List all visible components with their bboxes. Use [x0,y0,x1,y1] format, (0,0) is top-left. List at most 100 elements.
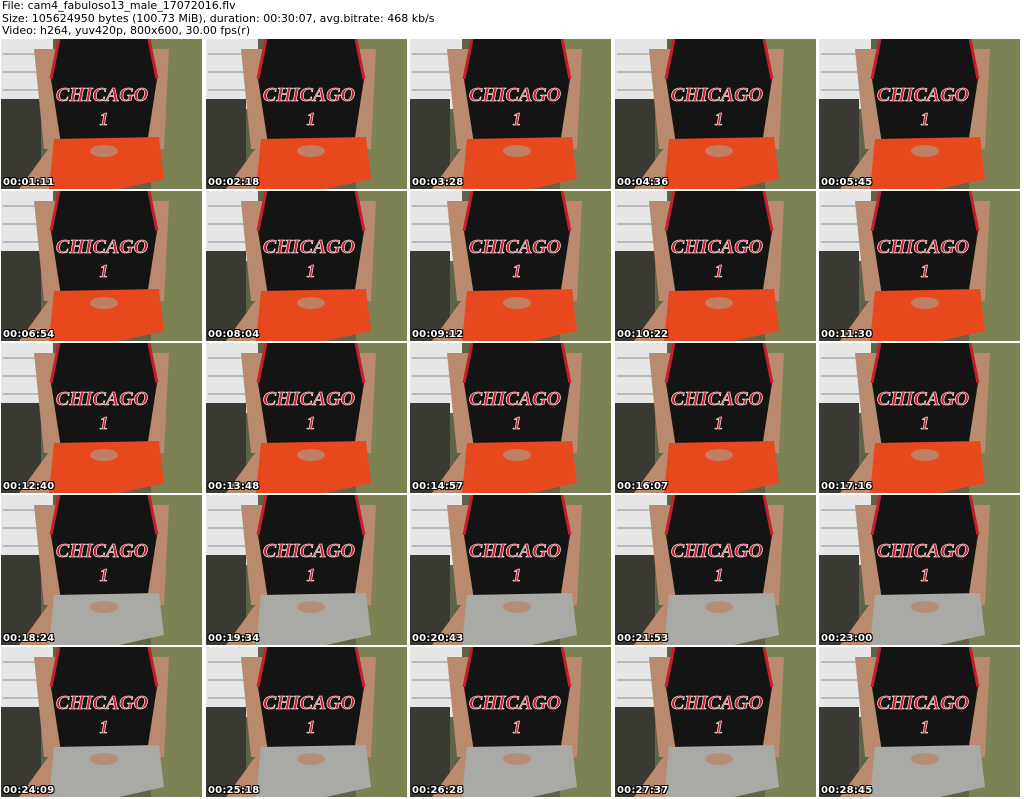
svg-text:1: 1 [100,413,109,433]
svg-text:CHICAGO: CHICAGO [263,540,355,562]
timestamp-label: 00:17:16 [821,481,873,492]
video-thumbnail: CHICAGO 1 00:26:28 [410,647,611,797]
timestamp-label: 00:16:07 [617,481,669,492]
svg-text:CHICAGO: CHICAGO [671,692,763,714]
svg-text:1: 1 [100,717,109,737]
svg-text:CHICAGO: CHICAGO [671,540,763,562]
timestamp-label: 00:23:00 [821,633,873,644]
svg-text:CHICAGO: CHICAGO [877,540,969,562]
frame-image: CHICAGO 1 [819,647,1020,797]
svg-text:1: 1 [307,109,316,129]
svg-text:1: 1 [921,261,930,281]
svg-text:CHICAGO: CHICAGO [671,236,763,258]
video-thumbnail: CHICAGO 1 00:01:11 [1,39,202,189]
video-thumbnail: CHICAGO 1 00:13:48 [206,343,407,493]
frame-image: CHICAGO 1 [615,647,816,797]
frame-image: CHICAGO 1 [410,647,611,797]
svg-text:CHICAGO: CHICAGO [469,388,561,410]
frame-image: CHICAGO 1 [206,343,407,493]
file-name-line: File: cam4_fabuloso13_male_17072016.flv [2,0,236,12]
svg-text:1: 1 [921,565,930,585]
svg-text:CHICAGO: CHICAGO [671,388,763,410]
svg-text:CHICAGO: CHICAGO [263,236,355,258]
svg-text:1: 1 [307,413,316,433]
video-thumbnail: CHICAGO 1 00:08:04 [206,191,407,341]
timestamp-label: 00:05:45 [821,177,873,188]
svg-text:1: 1 [513,717,522,737]
video-thumbnail: CHICAGO 1 00:20:43 [410,495,611,645]
svg-text:1: 1 [100,261,109,281]
video-thumbnail: CHICAGO 1 00:09:12 [410,191,611,341]
video-thumbnail: CHICAGO 1 00:28:45 [819,647,1020,797]
svg-text:CHICAGO: CHICAGO [56,540,148,562]
video-info-line: Video: h264, yuv420p, 800x600, 30.00 fps… [2,24,251,37]
svg-text:1: 1 [921,413,930,433]
svg-text:1: 1 [513,109,522,129]
video-thumbnail: CHICAGO 1 00:02:18 [206,39,407,189]
video-thumbnail: CHICAGO 1 00:27:37 [615,647,816,797]
frame-image: CHICAGO 1 [206,39,407,189]
video-thumbnail: CHICAGO 1 00:19:34 [206,495,407,645]
video-thumbnail: CHICAGO 1 00:25:18 [206,647,407,797]
video-thumbnail: CHICAGO 1 00:23:00 [819,495,1020,645]
frame-image: CHICAGO 1 [410,343,611,493]
frame-image: CHICAGO 1 [1,495,202,645]
timestamp-label: 00:25:18 [208,785,260,796]
frame-image: CHICAGO 1 [1,39,202,189]
frame-image: CHICAGO 1 [206,191,407,341]
timestamp-label: 00:24:09 [3,785,55,796]
video-thumbnail: CHICAGO 1 00:10:22 [615,191,816,341]
svg-text:CHICAGO: CHICAGO [469,540,561,562]
timestamp-label: 00:21:53 [617,633,669,644]
timestamp-label: 00:27:37 [617,785,669,796]
svg-text:1: 1 [715,413,724,433]
svg-text:1: 1 [307,261,316,281]
timestamp-label: 00:02:18 [208,177,260,188]
svg-text:CHICAGO: CHICAGO [56,84,148,106]
timestamp-label: 00:20:43 [412,633,464,644]
video-thumbnail: CHICAGO 1 00:21:53 [615,495,816,645]
svg-text:CHICAGO: CHICAGO [263,692,355,714]
svg-text:CHICAGO: CHICAGO [877,84,969,106]
svg-text:1: 1 [307,717,316,737]
timestamp-label: 00:18:24 [3,633,55,644]
timestamp-label: 00:12:40 [3,481,55,492]
svg-text:CHICAGO: CHICAGO [469,84,561,106]
video-thumbnail: CHICAGO 1 00:12:40 [1,343,202,493]
svg-text:CHICAGO: CHICAGO [56,388,148,410]
svg-text:1: 1 [715,717,724,737]
timestamp-label: 00:04:36 [617,177,669,188]
frame-image: CHICAGO 1 [615,39,816,189]
video-thumbnail: CHICAGO 1 00:16:07 [615,343,816,493]
svg-text:1: 1 [100,565,109,585]
file-info-header: File: cam4_fabuloso13_male_17072016.flv … [2,0,1022,38]
frame-image: CHICAGO 1 [819,191,1020,341]
svg-text:CHICAGO: CHICAGO [877,692,969,714]
svg-text:1: 1 [513,565,522,585]
frame-image: CHICAGO 1 [615,495,816,645]
timestamp-label: 00:01:11 [3,177,55,188]
video-thumbnail: CHICAGO 1 00:11:30 [819,191,1020,341]
frame-image: CHICAGO 1 [819,39,1020,189]
svg-text:1: 1 [100,109,109,129]
frame-image: CHICAGO 1 [819,343,1020,493]
frame-image: CHICAGO 1 [1,647,202,797]
timestamp-label: 00:26:28 [412,785,464,796]
frame-image: CHICAGO 1 [819,495,1020,645]
frame-image: CHICAGO 1 [206,647,407,797]
timestamp-label: 00:13:48 [208,481,260,492]
svg-text:CHICAGO: CHICAGO [469,692,561,714]
frame-image: CHICAGO 1 [410,39,611,189]
video-thumbnail: CHICAGO 1 00:04:36 [615,39,816,189]
svg-text:CHICAGO: CHICAGO [877,388,969,410]
video-thumbnail: CHICAGO 1 00:06:54 [1,191,202,341]
svg-text:CHICAGO: CHICAGO [263,388,355,410]
frame-image: CHICAGO 1 [1,191,202,341]
svg-text:1: 1 [307,565,316,585]
timestamp-label: 00:09:12 [412,329,464,340]
frame-image: CHICAGO 1 [410,191,611,341]
timestamp-label: 00:03:28 [412,177,464,188]
svg-text:1: 1 [513,261,522,281]
svg-text:CHICAGO: CHICAGO [469,236,561,258]
video-thumbnail: CHICAGO 1 00:14:57 [410,343,611,493]
